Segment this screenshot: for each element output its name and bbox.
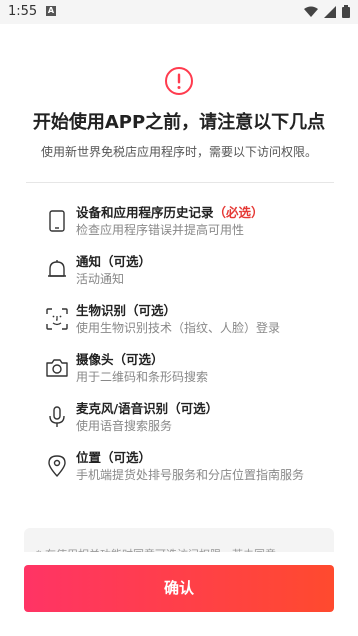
confirm-button[interactable]: 确认 bbox=[24, 565, 334, 612]
microphone-icon bbox=[49, 406, 65, 427]
permission-title: 通知（可选） bbox=[76, 254, 152, 269]
page-title: 开始使用APP之前，请注意以下几点 bbox=[32, 112, 326, 133]
status-bar: 1:55 A bbox=[0, 0, 358, 24]
wifi-icon bbox=[304, 6, 318, 17]
permission-title: 麦克风/语音识别（可选） bbox=[76, 401, 219, 416]
battery-icon bbox=[342, 5, 350, 18]
required-tag: （必选） bbox=[213, 205, 264, 220]
permission-desc: 使用语音搜索服务 bbox=[76, 419, 173, 433]
permission-title-text: 设备和应用程序历史记录 bbox=[76, 205, 214, 220]
signal-icon bbox=[324, 5, 336, 18]
divider bbox=[26, 182, 334, 183]
permission-desc: 用于二维码和条形码搜索 bbox=[76, 370, 209, 384]
page-subtitle: 使用新世界免税店应用程序时，需要以下访问权限。 bbox=[40, 145, 317, 159]
system-icons bbox=[304, 5, 350, 18]
face-id-icon bbox=[46, 308, 68, 330]
permission-title: 设备和应用程序历史记录（必选） bbox=[76, 202, 264, 221]
permission-desc: 手机端提货处排号服务和分店位置指南服务 bbox=[76, 468, 305, 482]
permission-title: 生物识别（可选） bbox=[76, 303, 177, 318]
permission-desc: 活动通知 bbox=[76, 272, 125, 286]
bell-icon bbox=[48, 260, 66, 277]
permission-desc: 检查应用程序错误并提高可用性 bbox=[76, 223, 245, 237]
permission-title: 位置（可选） bbox=[76, 450, 152, 465]
notification-a-icon: A bbox=[46, 6, 56, 16]
permission-desc: 使用生物识别技术（指纹、人脸）登录 bbox=[76, 321, 281, 335]
alert-icon bbox=[165, 67, 193, 95]
location-icon bbox=[48, 455, 66, 477]
status-time: 1:55 bbox=[8, 4, 38, 19]
permission-title: 摄像头（可选） bbox=[76, 352, 164, 367]
camera-icon bbox=[46, 359, 68, 377]
phone-icon bbox=[49, 210, 65, 232]
